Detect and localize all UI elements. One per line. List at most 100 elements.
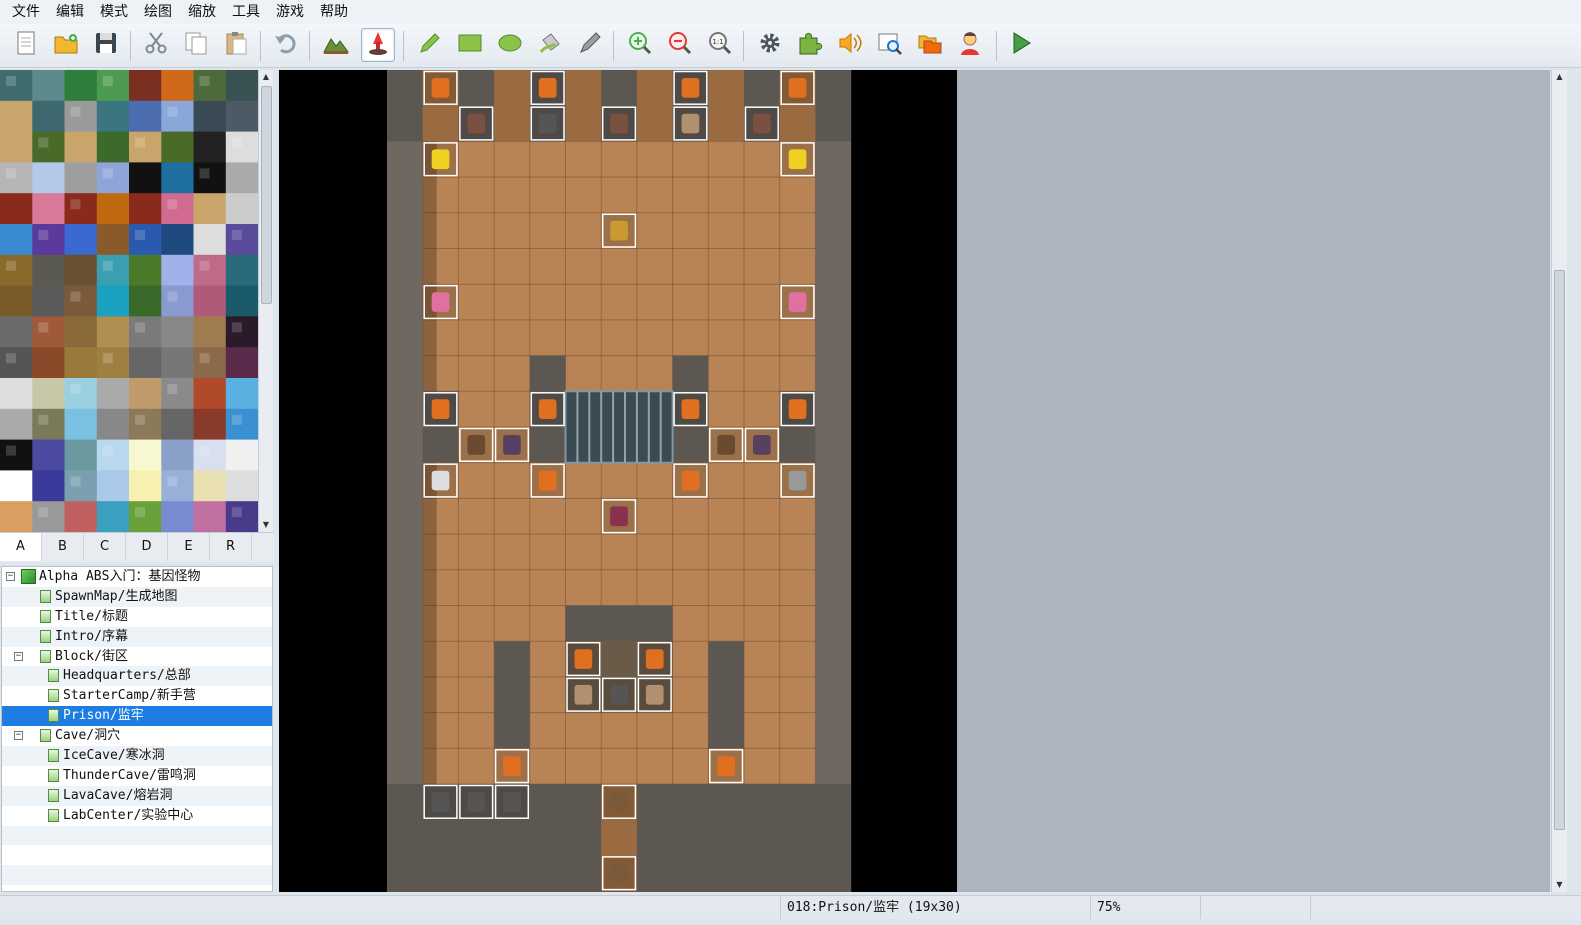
menu-1[interactable]: 编辑 [48,0,92,24]
tileset-tile[interactable] [32,439,66,471]
tileset-tile[interactable] [0,378,33,410]
tileset-tile[interactable] [129,193,162,225]
map-tree-item[interactable]: Intro/序幕 [2,626,272,647]
undo-button[interactable] [269,28,303,62]
tileset-tile[interactable] [96,193,130,225]
tileset-tile[interactable] [64,254,98,287]
tileset-tile[interactable] [193,70,227,102]
map-tree-item[interactable]: LavaCave/熔岩洞 [2,785,272,806]
tileset-tile[interactable] [64,193,98,225]
tileset-tile[interactable] [129,439,162,471]
tileset-tab-a[interactable]: A [0,533,42,561]
zoom-out-button[interactable] [663,28,697,62]
map-canvas-background[interactable] [957,70,1550,892]
tileset-tile[interactable] [161,100,195,133]
tileset-tile[interactable] [225,224,258,256]
tileset-scroll-thumb[interactable] [261,86,272,304]
tileset-tile[interactable] [64,501,98,532]
tileset-tile[interactable] [64,347,98,379]
tileset-tile[interactable] [129,470,162,502]
tileset-tile[interactable] [32,254,66,287]
tileset-tile[interactable] [225,285,258,317]
menu-7[interactable]: 帮助 [312,0,356,24]
menu-0[interactable]: 文件 [4,0,48,24]
tileset-tile[interactable] [161,224,195,256]
plugin-manager-button[interactable] [793,28,827,62]
tileset-tile[interactable] [129,100,162,133]
tileset-tile[interactable] [96,254,130,287]
paste-button[interactable] [219,28,253,62]
map-canvas[interactable] [279,70,957,892]
resource-manager-button[interactable] [913,28,947,62]
menu-2[interactable]: 模式 [92,0,136,24]
tileset-tile[interactable] [225,470,258,502]
tileset-tile[interactable] [225,408,258,441]
tileset-tile[interactable] [225,100,258,133]
tileset-tile[interactable] [161,439,195,471]
tileset-tile[interactable] [161,254,195,287]
tileset-tab-d[interactable]: D [126,533,168,561]
tileset-tile[interactable] [64,100,98,133]
map-scrollbar[interactable]: ▲ ▼ [1551,70,1567,892]
tileset-tile[interactable] [193,224,227,256]
map-tree-item[interactable]: ThunderCave/雷鸣洞 [2,766,272,786]
tileset-tile[interactable] [96,100,130,133]
tileset-tile[interactable] [129,347,162,379]
tileset-tile[interactable] [161,70,195,102]
tileset-tile[interactable] [96,70,130,102]
map-scroll-down-icon[interactable]: ▼ [1552,878,1567,892]
tileset-tile[interactable] [0,162,33,194]
tileset-tile[interactable] [32,378,66,410]
tileset-grid[interactable] [0,70,258,532]
tileset-tile[interactable] [32,347,66,379]
tileset-tile[interactable] [161,378,195,410]
event-mode-button[interactable] [361,28,395,62]
tileset-tile[interactable] [64,285,98,317]
tileset-tile[interactable] [193,316,227,348]
tileset-tile[interactable] [161,316,195,348]
tileset-tile[interactable] [32,100,66,133]
tileset-tile[interactable] [193,408,227,441]
menu-5[interactable]: 工具 [224,0,268,24]
tileset-tile[interactable] [96,439,130,471]
new-project-button[interactable] [9,28,43,62]
tileset-tab-e[interactable]: E [168,533,210,561]
tileset-tile[interactable] [161,470,195,502]
tileset-tile[interactable] [193,347,227,379]
tileset-tile[interactable] [32,501,66,532]
tileset-tile[interactable] [161,501,195,532]
tileset-tile[interactable] [193,439,227,471]
tileset-tile[interactable] [129,501,162,532]
map-tree-item[interactable]: SpawnMap/生成地图 [2,586,272,607]
menu-4[interactable]: 缩放 [180,0,224,24]
tileset-tile[interactable] [225,501,258,532]
map-tree[interactable]: − Alpha ABS入门：基因怪物 SpawnMap/生成地图 Title/标题 In… [1,566,273,892]
tileset-tile[interactable] [225,378,258,410]
map-tree-item[interactable]: − Alpha ABS入门：基因怪物 [2,567,272,587]
tileset-tile[interactable] [32,70,66,102]
tileset-tile[interactable] [0,408,33,441]
tileset-tile[interactable] [193,470,227,502]
tileset-palette[interactable] [0,70,258,532]
tileset-tile[interactable] [32,408,66,441]
tileset-tile[interactable] [129,70,162,102]
tileset-tile[interactable] [193,378,227,410]
flood-fill-button[interactable] [533,28,567,62]
tileset-tile[interactable] [96,285,130,317]
tileset-tile[interactable] [0,470,33,502]
tileset-tile[interactable] [193,501,227,532]
tileset-tile[interactable] [96,162,130,194]
map-tree-item[interactable]: − Cave/洞穴 [2,726,272,746]
tileset-tile[interactable] [96,347,130,379]
tileset-tile[interactable] [0,254,33,287]
tileset-tile[interactable] [32,224,66,256]
tileset-tile[interactable] [161,162,195,194]
tileset-tab-b[interactable]: B [42,533,84,561]
tileset-tile[interactable] [0,193,33,225]
actual-size-button[interactable]: 1:1 [703,28,737,62]
tileset-tile[interactable] [225,347,258,379]
sound-test-button[interactable] [833,28,867,62]
tileset-tile[interactable] [193,285,227,317]
menu-3[interactable]: 绘图 [136,0,180,24]
tileset-tile[interactable] [96,224,130,256]
